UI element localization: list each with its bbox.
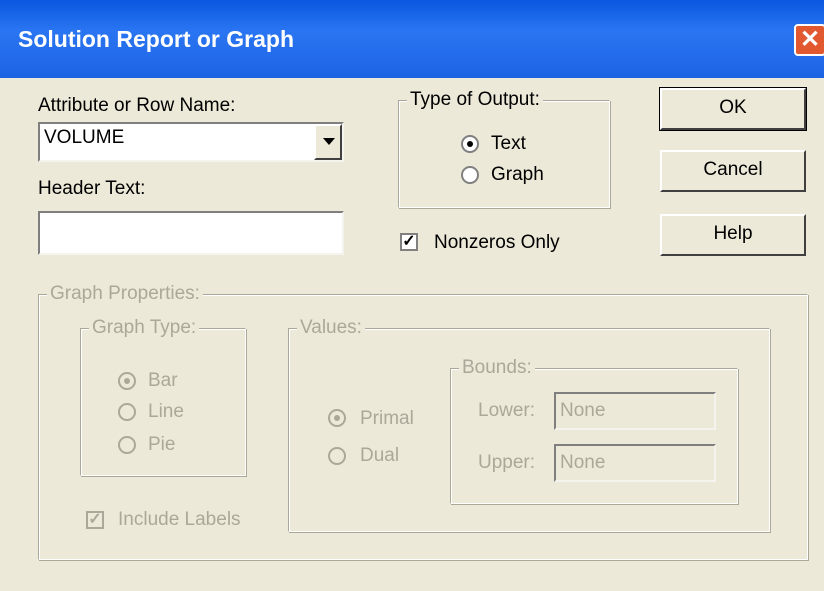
output-text-label: Text — [491, 133, 526, 154]
window-title: Solution Report or Graph — [18, 26, 294, 52]
attribute-combo[interactable]: VOLUME — [38, 122, 344, 162]
attribute-value: VOLUME — [44, 127, 125, 148]
include-labels-label: Include Labels — [118, 509, 241, 530]
values-dual-label: Dual — [360, 445, 400, 466]
graph-properties-label: Graph Properties: — [47, 283, 203, 305]
upper-bound-value: None — [560, 452, 606, 473]
check-icon: ✓ — [88, 511, 102, 528]
attribute-dropdown-button[interactable] — [314, 124, 342, 160]
output-graph-label: Graph — [491, 164, 544, 185]
close-icon: ✕ — [799, 26, 821, 53]
nonzeros-label: Nonzeros Only — [434, 232, 560, 253]
graph-type-label: Graph Type: — [89, 317, 200, 339]
bounds-group: Bounds: — [450, 357, 738, 504]
values-primal-label: Primal — [360, 408, 414, 429]
values-primal-radio[interactable] — [328, 409, 346, 427]
type-of-output-label: Type of Output: — [407, 89, 543, 111]
header-text-field[interactable] — [38, 211, 344, 255]
graph-type-line-label: Line — [148, 401, 184, 422]
cancel-button[interactable]: Cancel — [660, 150, 806, 192]
upper-bound-field[interactable]: None — [554, 444, 716, 482]
graph-type-bar-radio[interactable] — [118, 372, 136, 390]
ok-button[interactable]: OK — [659, 87, 807, 131]
values-label: Values: — [297, 317, 365, 339]
graph-type-bar-label: Bar — [148, 370, 178, 391]
output-text-radio[interactable] — [461, 135, 479, 153]
dialog-body: Attribute or Row Name: VOLUME Header Tex… — [0, 78, 824, 591]
close-button[interactable]: ✕ — [794, 24, 824, 56]
check-icon: ✓ — [402, 233, 416, 250]
radio-selected-dot — [124, 378, 130, 384]
attribute-label: Attribute or Row Name: — [38, 95, 236, 116]
help-button[interactable]: Help — [660, 214, 806, 256]
bounds-label: Bounds: — [459, 357, 535, 379]
radio-selected-dot — [334, 415, 340, 421]
output-graph-radio[interactable] — [461, 166, 479, 184]
include-labels-checkbox[interactable]: ✓ — [86, 511, 104, 529]
lower-bound-value: None — [560, 400, 606, 421]
chevron-down-icon — [323, 138, 335, 145]
graph-type-pie-label: Pie — [148, 434, 176, 455]
graph-type-line-radio[interactable] — [118, 403, 136, 421]
radio-selected-dot — [467, 141, 473, 147]
title-bar: Solution Report or Graph ✕ — [0, 0, 824, 78]
values-dual-radio[interactable] — [328, 447, 346, 465]
header-text-label: Header Text: — [38, 178, 146, 199]
graph-type-pie-radio[interactable] — [118, 436, 136, 454]
nonzeros-checkbox[interactable]: ✓ — [400, 233, 418, 251]
lower-bound-label: Lower: — [478, 400, 536, 421]
lower-bound-field[interactable]: None — [554, 392, 716, 430]
upper-bound-label: Upper: — [478, 452, 536, 473]
